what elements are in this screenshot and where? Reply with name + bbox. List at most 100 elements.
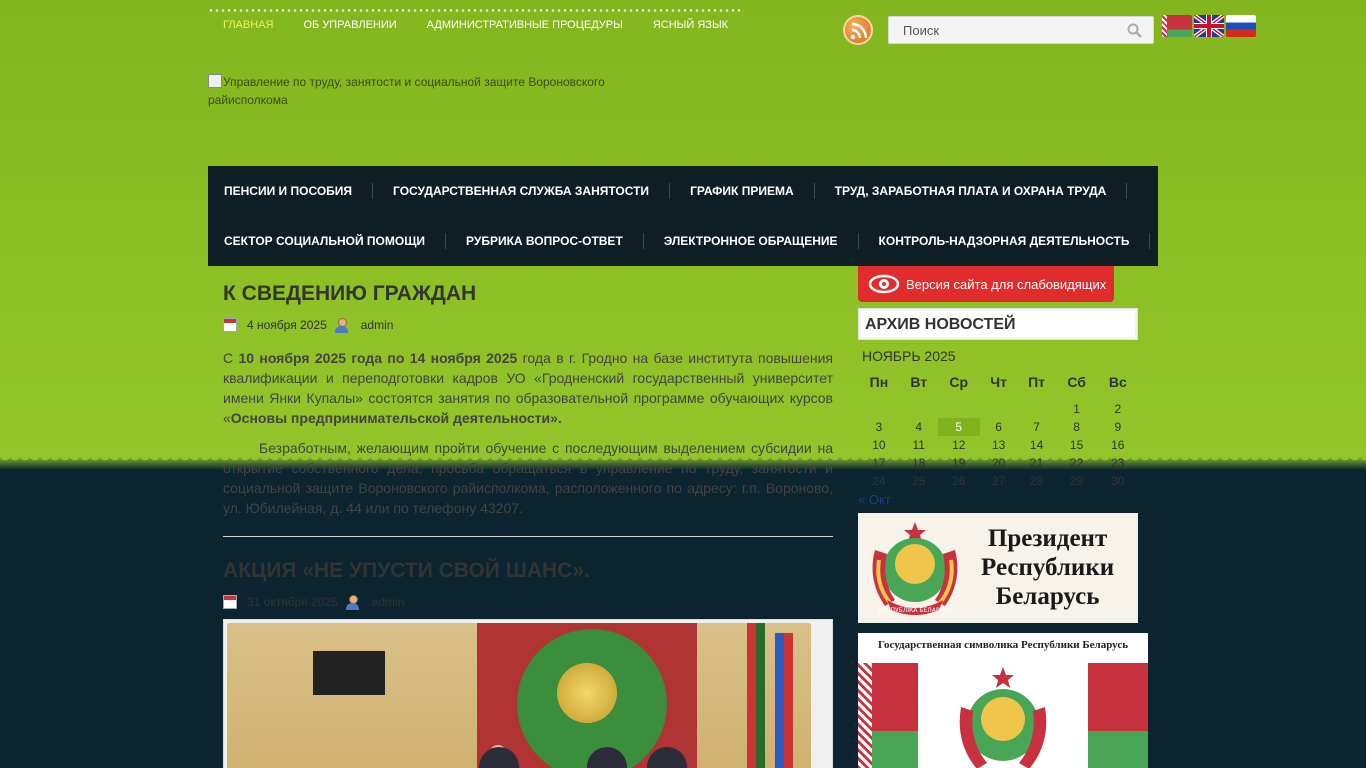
top-nav-home[interactable]: ГЛАВНАЯ bbox=[208, 18, 288, 32]
calendar-day[interactable]: 23 bbox=[1098, 454, 1138, 472]
archive-title: АРХИВ НОВОСТЕЙ bbox=[858, 308, 1138, 340]
calendar-week: 17 18 19 20 21 22 23 bbox=[858, 454, 1138, 472]
post-paragraph: Безработным, желающим пройти обучение с … bbox=[223, 440, 833, 516]
president-line: Республики bbox=[981, 554, 1115, 581]
state-symbols-banner[interactable]: Государственная символика Республики Бел… bbox=[858, 633, 1148, 768]
post-dates-bold: 10 ноября 2025 года по 14 ноября 2025 bbox=[238, 350, 518, 366]
post-title[interactable]: К СВЕДЕНИЮ ГРАЖДАН bbox=[223, 282, 833, 306]
post-date: 4 ноября 2025 bbox=[247, 318, 327, 332]
main-content: К СВЕДЕНИЮ ГРАЖДАН 4 ноября 2025 admin С… bbox=[223, 266, 833, 768]
post-author[interactable]: admin bbox=[372, 595, 405, 609]
weekday: Вт bbox=[910, 374, 928, 390]
news-calendar: НОЯБРЬ 2025 Пн Вт Ср Чт Пт Сб Вс 1234567… bbox=[858, 348, 1138, 507]
nav-pensions[interactable]: ПЕНСИИ И ПОСОБИЯ bbox=[208, 183, 374, 199]
calendar-day[interactable]: 13 bbox=[980, 436, 1018, 454]
state-symbols-title: Государственная символика Республики Бел… bbox=[877, 639, 1129, 651]
calendar-day[interactable]: 8 bbox=[1056, 418, 1098, 436]
top-dotted-line bbox=[208, 9, 744, 12]
president-line: Президент bbox=[987, 525, 1108, 552]
post-author[interactable]: admin bbox=[361, 318, 394, 332]
nav-reception-schedule[interactable]: ГРАФИК ПРИЕМА bbox=[674, 183, 815, 199]
nav-employment-service[interactable]: ГОСУДАРСТВЕННАЯ СЛУЖБА ЗАНЯТОСТИ bbox=[377, 183, 671, 199]
photo-emblem bbox=[557, 663, 617, 723]
nav-labor-wages[interactable]: ТРУД, ЗАРАБОТНАЯ ПЛАТА И ОХРАНА ТРУДА bbox=[819, 183, 1128, 199]
calendar-day[interactable]: 24 bbox=[858, 472, 900, 490]
site-logo[interactable]: Управление по труду, занятости и социаль… bbox=[208, 73, 628, 109]
calendar-day[interactable]: 9 bbox=[1098, 418, 1138, 436]
calendar-day[interactable]: 7 bbox=[1017, 418, 1055, 436]
calendar-day[interactable]: 16 bbox=[1098, 436, 1138, 454]
calendar-days: 1 2 3 4 5 6 7 8 9 10 11 12 13 14 15 16 17 18 19 20 21 22 23 24 2… bbox=[858, 400, 1138, 490]
calendar-day[interactable]: 28 bbox=[1017, 472, 1055, 490]
calendar-day[interactable]: 22 bbox=[1056, 454, 1098, 472]
post-2: АКЦИЯ «НЕ УПУСТИ СВОЙ ШАНС». 31 октября … bbox=[223, 559, 833, 768]
president-line: Беларусь bbox=[995, 583, 1100, 610]
calendar-day[interactable]: 17 bbox=[858, 454, 900, 472]
user-icon bbox=[345, 595, 359, 610]
calendar-day[interactable]: 26 bbox=[938, 472, 980, 490]
calendar-day[interactable]: 19 bbox=[938, 454, 980, 472]
low-vision-button[interactable]: Версия сайта для слабовидящих bbox=[858, 266, 1114, 302]
calendar-week: 24 25 26 27 28 29 30 bbox=[858, 472, 1138, 490]
flag-russia-icon[interactable] bbox=[1226, 15, 1256, 37]
search-input[interactable] bbox=[889, 17, 1109, 43]
nav-social-help[interactable]: СЕКТОР СОЦИАЛЬНОЙ ПОМОЩИ bbox=[208, 233, 447, 249]
calendar-weekdays: Пн Вт Ср Чт Пт Сб Вс bbox=[858, 374, 1138, 400]
main-nav-row-2: СЕКТОР СОЦИАЛЬНОЙ ПОМОЩИ РУБРИКА ВОПРОС-… bbox=[208, 216, 1158, 266]
post-photo[interactable] bbox=[223, 619, 833, 768]
weekday: Чт bbox=[990, 374, 1007, 390]
calendar-table: Пн Вт Ср Чт Пт Сб Вс 1 2 3 4 5 6 7 8 9 10 11 12 13 14… bbox=[858, 374, 1138, 490]
calendar-day bbox=[938, 400, 980, 418]
calendar-day[interactable]: 30 bbox=[1098, 472, 1138, 490]
flag-belarus-icon[interactable] bbox=[1162, 15, 1192, 37]
language-switcher bbox=[1162, 15, 1256, 37]
weekday: Вс bbox=[1108, 374, 1127, 390]
top-nav-about[interactable]: ОБ УПРАВЛЕНИИ bbox=[288, 18, 411, 32]
post-title[interactable]: АКЦИЯ «НЕ УПУСТИ СВОЙ ШАНС». bbox=[223, 559, 833, 583]
nav-e-appeal[interactable]: ЭЛЕКТРОННОЕ ОБРАЩЕНИЕ bbox=[648, 233, 859, 249]
calendar-day[interactable]: 11 bbox=[900, 436, 938, 454]
user-icon bbox=[334, 318, 348, 333]
calendar-day[interactable]: 25 bbox=[900, 472, 938, 490]
calendar-day[interactable]: 3 bbox=[858, 418, 900, 436]
state-emblem-icon bbox=[959, 667, 1047, 768]
rss-button[interactable] bbox=[843, 15, 873, 45]
logo-alt-text: Управление по труду, занятости и социаль… bbox=[208, 75, 605, 107]
flag-uk-icon[interactable] bbox=[1194, 15, 1224, 37]
post-text: С bbox=[223, 350, 239, 366]
calendar-week: 12 bbox=[858, 400, 1138, 418]
president-banner[interactable]: РЭСПУБЛІКА БЕЛАРУСЬ Президент Республики… bbox=[858, 513, 1138, 623]
weekday: Пн bbox=[869, 374, 889, 390]
search-icon[interactable] bbox=[1127, 23, 1143, 39]
photo-tv bbox=[313, 651, 385, 695]
calendar-day[interactable]: 20 bbox=[980, 454, 1018, 472]
calendar-day[interactable]: 1 bbox=[1056, 400, 1098, 418]
calendar-icon bbox=[223, 595, 237, 609]
calendar-prev-link[interactable]: « Окт bbox=[858, 492, 1138, 507]
calendar-day[interactable]: 2 bbox=[1098, 400, 1138, 418]
coat-of-arms-icon: РЭСПУБЛІКА БЕЛАРУСЬ bbox=[872, 522, 958, 615]
calendar-day[interactable]: 12 bbox=[938, 436, 980, 454]
calendar-day[interactable]: 14 bbox=[1017, 436, 1055, 454]
calendar-day[interactable]: 6 bbox=[980, 418, 1018, 436]
calendar-day bbox=[980, 400, 1018, 418]
calendar-day[interactable]: 10 bbox=[858, 436, 900, 454]
post-body: С 10 ноября 2025 года по 14 ноября 2025 … bbox=[223, 348, 833, 518]
calendar-day[interactable]: 5 bbox=[937, 418, 980, 436]
calendar-day[interactable]: 18 bbox=[900, 454, 938, 472]
photo-flag bbox=[775, 633, 793, 768]
calendar-day[interactable]: 27 bbox=[980, 472, 1018, 490]
nav-control-supervision[interactable]: КОНТРОЛЬ-НАДЗОРНАЯ ДЕЯТЕЛЬНОСТЬ bbox=[863, 233, 1151, 249]
president-banner-text: Президент Республики Беларусь bbox=[981, 524, 1114, 611]
calendar-day[interactable]: 21 bbox=[1017, 454, 1055, 472]
calendar-day[interactable]: 4 bbox=[900, 418, 938, 436]
post-1: К СВЕДЕНИЮ ГРАЖДАН 4 ноября 2025 admin С… bbox=[223, 282, 833, 518]
search-box bbox=[888, 16, 1154, 44]
top-nav-admin-procedures[interactable]: АДМИНИСТРАТИВНЫЕ ПРОЦЕДУРЫ bbox=[412, 18, 638, 32]
top-nav-plain-language[interactable]: ЯСНЫЙ ЯЗЫК bbox=[638, 18, 743, 32]
post-paragraph: С 10 ноября 2025 года по 14 ноября 2025 … bbox=[223, 348, 833, 428]
post-separator bbox=[223, 536, 833, 537]
nav-qa[interactable]: РУБРИКА ВОПРОС-ОТВЕТ bbox=[450, 233, 644, 249]
calendar-day[interactable]: 15 bbox=[1056, 436, 1098, 454]
calendar-day[interactable]: 29 bbox=[1056, 472, 1098, 490]
